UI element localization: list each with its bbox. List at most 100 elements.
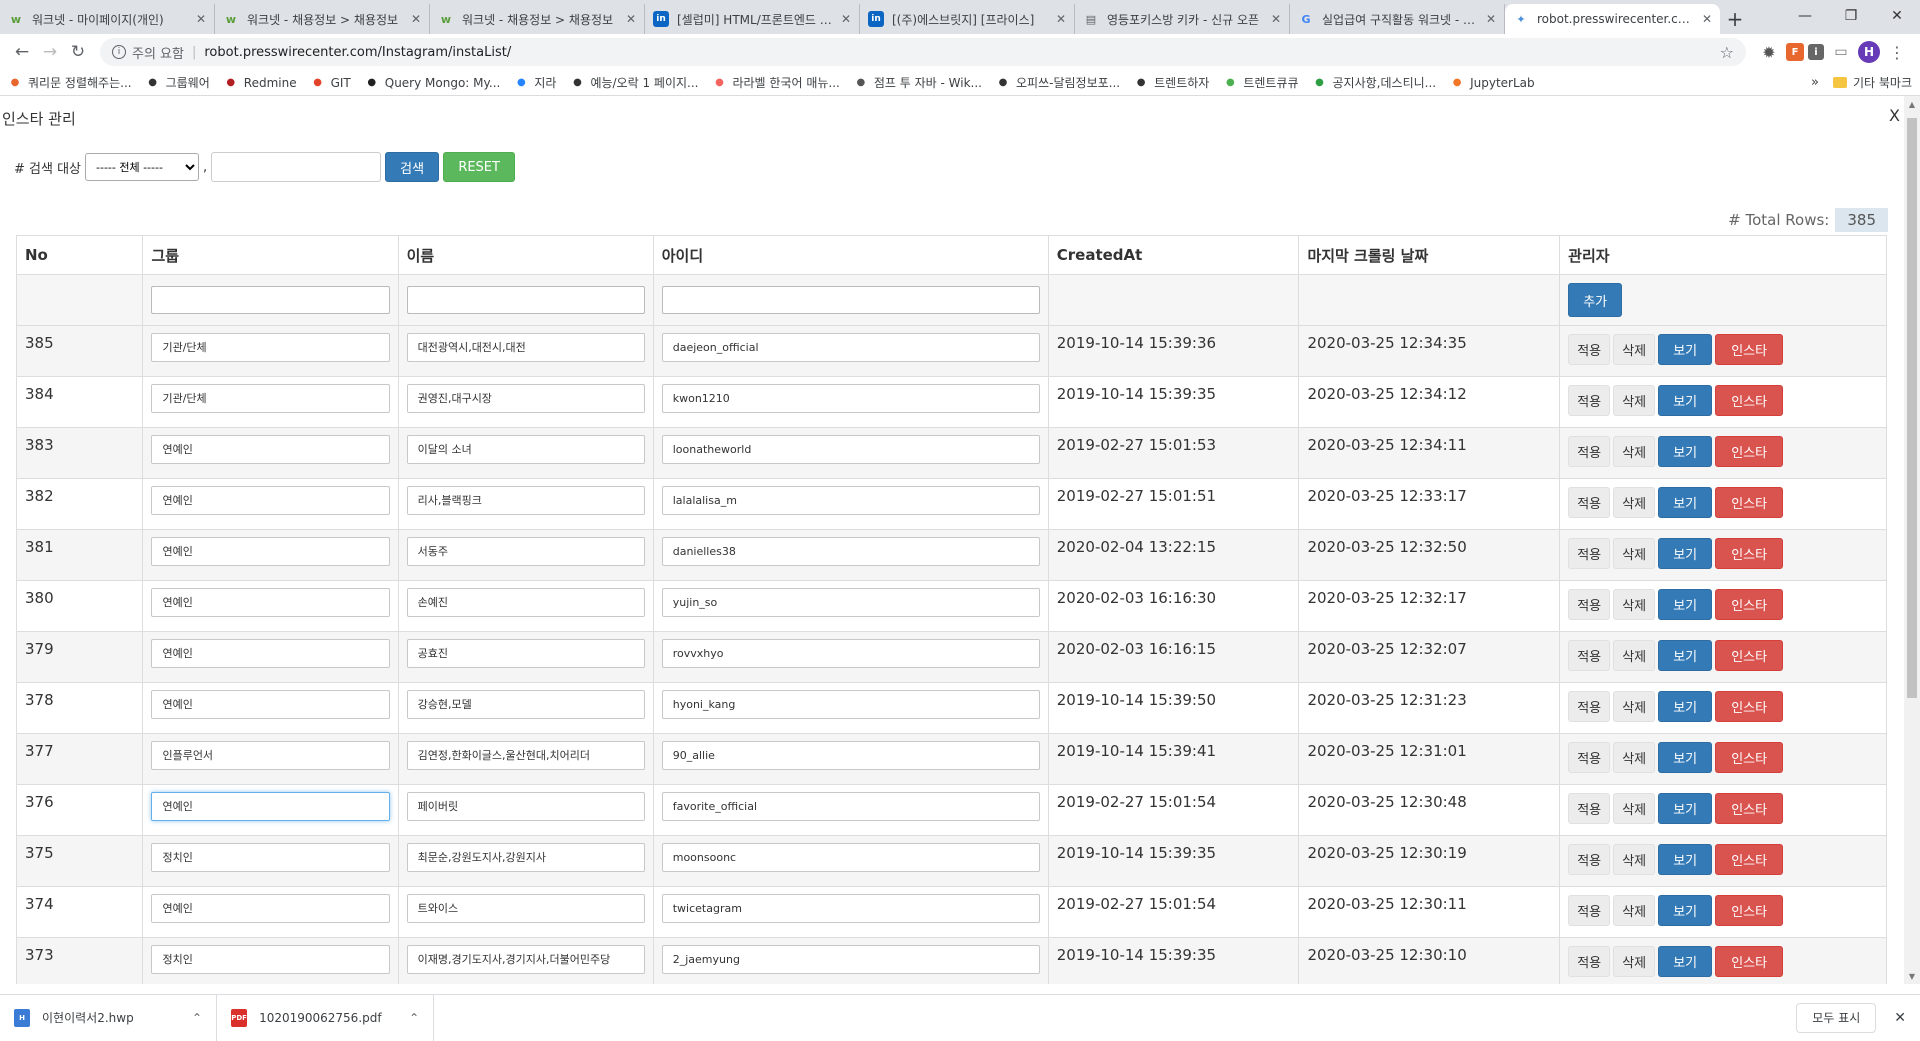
download-shelf-close-icon[interactable]: ✕ <box>1894 1010 1906 1026</box>
apply-button[interactable]: 적용 <box>1568 844 1611 875</box>
download-item[interactable]: PDF 1020190062756.pdf ⌃ <box>217 994 435 1041</box>
insta-button[interactable]: 인스타 <box>1715 589 1784 620</box>
row-group-input[interactable]: 정치인 <box>151 843 390 872</box>
row-id-input[interactable]: hyoni_kang <box>661 690 1040 719</box>
browser-tab[interactable]: in [(주)에스브릿지] [프라이스] ✕ <box>860 4 1075 34</box>
view-button[interactable]: 보기 <box>1658 793 1713 824</box>
apply-button[interactable]: 적용 <box>1568 538 1611 569</box>
search-target-select[interactable]: ----- 전체 ----- <box>85 153 199 181</box>
bookmark-item[interactable]: ● 트렌트큐큐 <box>1223 74 1299 91</box>
row-id-input[interactable]: twicetagram <box>661 894 1040 923</box>
scroll-down-icon[interactable]: ▼ <box>1904 968 1920 984</box>
row-group-input[interactable]: 연예인 <box>151 486 390 515</box>
bookmark-item[interactable]: ● 트렌트하자 <box>1134 74 1210 91</box>
new-tab-button[interactable]: + <box>1720 4 1750 34</box>
show-all-downloads-button[interactable]: 모두 표시 <box>1796 1002 1877 1033</box>
delete-button[interactable]: 삭제 <box>1613 640 1656 671</box>
column-header-created[interactable]: CreatedAt <box>1047 235 1300 275</box>
view-button[interactable]: 보기 <box>1658 946 1713 977</box>
page-close-button[interactable]: X <box>1889 106 1900 125</box>
minimize-icon[interactable]: — <box>1782 0 1828 32</box>
view-button[interactable]: 보기 <box>1658 436 1713 467</box>
back-icon[interactable]: ← <box>8 38 36 66</box>
row-group-input[interactable]: 연예인 <box>151 639 390 668</box>
apply-button[interactable]: 적용 <box>1568 385 1611 416</box>
insta-button[interactable]: 인스타 <box>1715 946 1784 977</box>
column-header-no[interactable]: No <box>15 235 144 275</box>
tab-close-icon[interactable]: ✕ <box>841 12 851 26</box>
row-id-input[interactable]: 90_allie <box>661 741 1040 770</box>
reset-button[interactable]: RESET <box>443 152 516 182</box>
delete-button[interactable]: 삭제 <box>1613 946 1656 977</box>
row-name-input[interactable]: 페이버릿 <box>406 792 645 821</box>
new-name-input[interactable] <box>406 286 645 314</box>
row-id-input[interactable]: 2_jaemyung <box>661 945 1040 974</box>
insta-button[interactable]: 인스타 <box>1715 334 1784 365</box>
row-id-input[interactable]: favorite_official <box>661 792 1040 821</box>
tab-close-icon[interactable]: ✕ <box>626 12 636 26</box>
row-id-input[interactable]: yujin_so <box>661 588 1040 617</box>
tab-close-icon[interactable]: ✕ <box>1486 12 1496 26</box>
insta-button[interactable]: 인스타 <box>1715 487 1784 518</box>
bookmark-item[interactable]: ● 점프 투 자바 - Wik... <box>854 74 983 91</box>
bookmarks-overflow-button[interactable]: » <box>1811 75 1819 90</box>
row-id-input[interactable]: rovvxhyo <box>661 639 1040 668</box>
row-name-input[interactable]: 서동주 <box>406 537 645 566</box>
extension-gear-icon[interactable]: ✹ <box>1756 41 1782 63</box>
browser-tab[interactable]: w 워크넷 - 채용정보 > 채용정보 ✕ <box>430 4 645 34</box>
new-id-input[interactable] <box>661 286 1040 314</box>
scrollbar-thumb[interactable] <box>1907 118 1917 698</box>
delete-button[interactable]: 삭제 <box>1613 589 1656 620</box>
column-header-group[interactable]: 그룹 <box>142 235 399 275</box>
row-name-input[interactable]: 공효진 <box>406 639 645 668</box>
delete-button[interactable]: 삭제 <box>1613 385 1656 416</box>
extension-orange-icon[interactable]: F <box>1786 43 1804 61</box>
extension-info-icon[interactable]: i <box>1808 44 1824 60</box>
view-button[interactable]: 보기 <box>1658 844 1713 875</box>
row-group-input[interactable]: 연예인 <box>151 690 390 719</box>
row-id-input[interactable]: kwon1210 <box>661 384 1040 413</box>
bookmark-item[interactable]: ● 라라벨 한국어 매뉴... <box>712 74 840 91</box>
browser-tab[interactable]: ✦ robot.presswirecenter.com/Ins ✕ <box>1505 4 1720 34</box>
apply-button[interactable]: 적용 <box>1568 793 1611 824</box>
row-group-input[interactable]: 연예인 <box>151 894 390 923</box>
apply-button[interactable]: 적용 <box>1568 436 1611 467</box>
add-button[interactable]: 추가 <box>1568 283 1623 317</box>
bookmark-item[interactable]: ● 지라 <box>514 74 556 91</box>
insta-button[interactable]: 인스타 <box>1715 844 1784 875</box>
apply-button[interactable]: 적용 <box>1568 946 1611 977</box>
column-header-name[interactable]: 이름 <box>397 235 654 275</box>
bookmark-item[interactable]: ● 쿼리문 정렬해주는... <box>8 74 132 91</box>
insta-button[interactable]: 인스타 <box>1715 385 1784 416</box>
address-bar[interactable]: i 주의 요함 | robot.presswirecenter.com/Inst… <box>100 38 1746 66</box>
search-button[interactable]: 검색 <box>385 152 440 182</box>
column-header-last-crawled[interactable]: 마지막 크롤링 날짜 <box>1298 235 1561 275</box>
row-group-input[interactable]: 기관/단체 <box>151 384 390 413</box>
insta-button[interactable]: 인스타 <box>1715 742 1784 773</box>
page-scrollbar[interactable]: ▲ ▼ <box>1904 96 1920 984</box>
bookmark-item[interactable]: ● 오피쓰-달림정보포... <box>996 74 1120 91</box>
browser-tab[interactable]: in [셀럽미] HTML/프론트엔드 개발자 ✕ <box>645 4 860 34</box>
row-name-input[interactable]: 이재명,경기도지사,경기지사,더불어민주당 <box>406 945 645 974</box>
view-button[interactable]: 보기 <box>1658 691 1713 722</box>
row-id-input[interactable]: daejeon_official <box>661 333 1040 362</box>
bookmark-item[interactable]: ● Redmine <box>224 76 296 90</box>
row-group-input[interactable]: 연예인 <box>151 588 390 617</box>
row-name-input[interactable]: 손예진 <box>406 588 645 617</box>
bookmark-item[interactable]: ● JupyterLab <box>1450 76 1535 90</box>
reload-icon[interactable]: ↻ <box>64 38 92 66</box>
row-name-input[interactable]: 김연정,한화이글스,울산현대,치어리더 <box>406 741 645 770</box>
new-group-input[interactable] <box>151 286 390 314</box>
view-button[interactable]: 보기 <box>1658 895 1713 926</box>
row-name-input[interactable]: 권영진,대구시장 <box>406 384 645 413</box>
scroll-up-icon[interactable]: ▲ <box>1904 96 1920 112</box>
bookmark-item[interactable]: ● 공지사항,데스티니... <box>1313 74 1436 91</box>
view-button[interactable]: 보기 <box>1658 385 1713 416</box>
view-button[interactable]: 보기 <box>1658 538 1713 569</box>
forward-icon[interactable]: → <box>36 38 64 66</box>
insta-button[interactable]: 인스타 <box>1715 436 1784 467</box>
row-name-input[interactable]: 트와이스 <box>406 894 645 923</box>
apply-button[interactable]: 적용 <box>1568 691 1611 722</box>
column-header-id[interactable]: 아이디 <box>652 235 1049 275</box>
insta-button[interactable]: 인스타 <box>1715 895 1784 926</box>
